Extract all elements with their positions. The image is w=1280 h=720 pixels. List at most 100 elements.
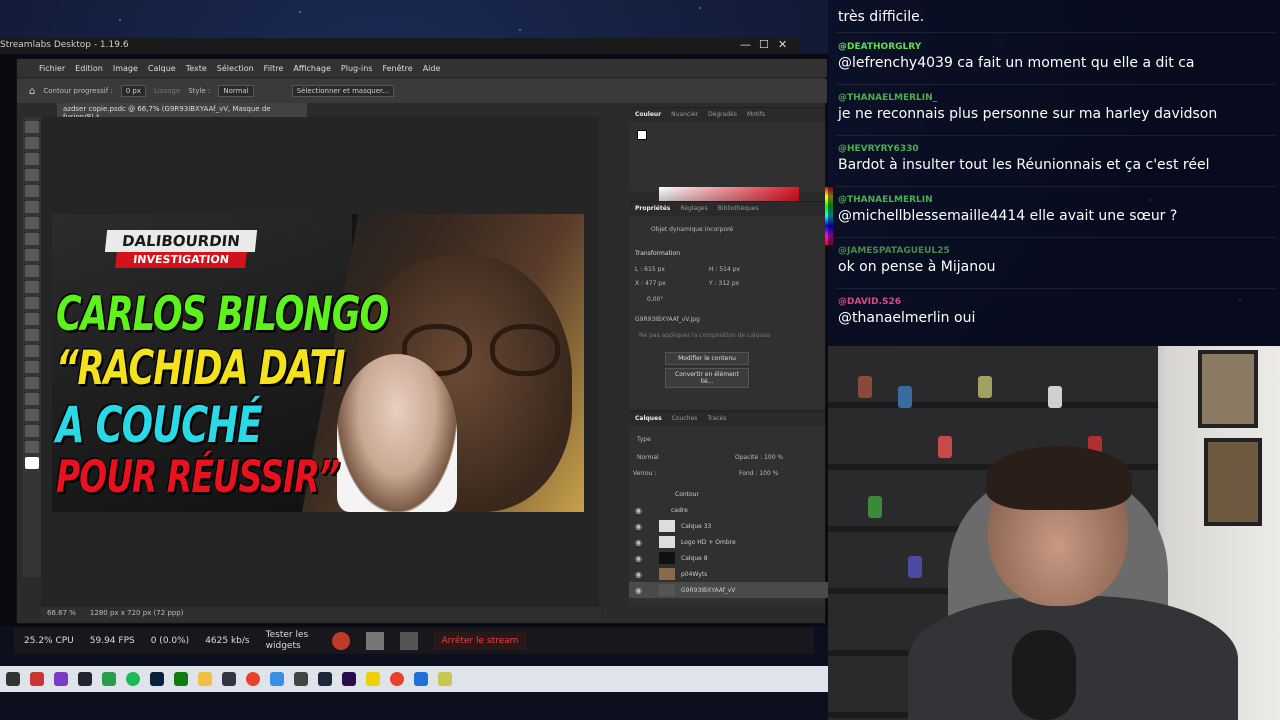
app-icon[interactable] xyxy=(30,672,44,686)
tab-nuancier[interactable]: Nuancier xyxy=(671,111,698,119)
menu-affichage[interactable]: Affichage xyxy=(293,64,331,73)
layer-row[interactable]: ◉ p04Wyts xyxy=(629,566,829,582)
color-swatch-icon[interactable] xyxy=(25,457,39,469)
lasso-tool-icon[interactable] xyxy=(25,153,39,165)
close-icon[interactable]: ✕ xyxy=(778,38,787,51)
replay-icon[interactable] xyxy=(365,632,384,650)
app-icon[interactable] xyxy=(294,672,308,686)
foreground-swatch[interactable] xyxy=(637,130,647,140)
tab-degrades[interactable]: Dégradés xyxy=(708,111,737,119)
premiere-icon[interactable] xyxy=(342,672,356,686)
blend-mode-select[interactable]: Normal xyxy=(637,454,659,461)
app-icon[interactable] xyxy=(366,672,380,686)
layer-row[interactable]: ◉ cadre xyxy=(629,502,829,518)
folder-icon[interactable] xyxy=(198,672,212,686)
tab-motifs[interactable]: Motifs xyxy=(747,111,765,119)
brush-tool-icon[interactable] xyxy=(25,249,39,261)
eye-icon[interactable]: ◉ xyxy=(635,554,645,563)
home-icon[interactable]: ⌂ xyxy=(29,86,35,97)
record-icon[interactable] xyxy=(331,632,350,650)
angle-field[interactable]: 0,00° xyxy=(647,296,663,303)
tab-couches[interactable]: Couches xyxy=(672,415,698,423)
opacity-field[interactable]: Opacité : 100 % xyxy=(735,454,783,461)
stamp-tool-icon[interactable] xyxy=(25,265,39,277)
eye-icon[interactable]: ◉ xyxy=(635,538,645,547)
menu-aide[interactable]: Aide xyxy=(423,64,441,73)
menu-filtre[interactable]: Filtre xyxy=(264,64,284,73)
photoshop-icon[interactable] xyxy=(150,672,164,686)
minimize-icon[interactable]: — xyxy=(740,38,751,51)
app-icon[interactable] xyxy=(222,672,236,686)
marquee-tool-icon[interactable] xyxy=(25,137,39,149)
menu-fenetre[interactable]: Fenêtre xyxy=(382,64,412,73)
layer-row[interactable]: ◉ Calque 8 xyxy=(629,550,829,566)
maximize-icon[interactable]: ☐ xyxy=(759,38,769,51)
type-tool-icon[interactable] xyxy=(25,377,39,389)
tab-couleur[interactable]: Couleur xyxy=(635,111,661,119)
start-icon[interactable] xyxy=(6,672,20,686)
move-tool-icon[interactable] xyxy=(25,121,39,133)
app-icon[interactable] xyxy=(414,672,428,686)
dodge-tool-icon[interactable] xyxy=(25,345,39,357)
layer-row-selected[interactable]: ◉ G9R93IBXYAAf_vV xyxy=(629,582,829,598)
menu-plugins[interactable]: Plug-ins xyxy=(341,64,373,73)
tab-reglages[interactable]: Réglages xyxy=(680,205,707,213)
eyedropper-tool-icon[interactable] xyxy=(25,217,39,229)
discord-icon[interactable] xyxy=(54,672,68,686)
spotify-icon[interactable] xyxy=(126,672,140,686)
path-select-icon[interactable] xyxy=(25,393,39,405)
menu-texte[interactable]: Texte xyxy=(186,64,207,73)
app-icon[interactable] xyxy=(102,672,116,686)
healing-tool-icon[interactable] xyxy=(25,233,39,245)
layer-kind-filter[interactable]: Type xyxy=(637,436,651,443)
width-field[interactable]: L : 615 px xyxy=(635,266,665,273)
fill-field[interactable]: Fond : 100 % xyxy=(739,470,778,477)
app-icon[interactable] xyxy=(270,672,284,686)
document-tab[interactable]: azdser copie.psdc @ 66,7% (G9R93IBXYAAf_… xyxy=(57,103,307,121)
layer-row[interactable]: ◉ Logo HD + Ombre xyxy=(629,534,829,550)
chrome-icon[interactable] xyxy=(246,672,260,686)
gradient-tool-icon[interactable] xyxy=(25,313,39,325)
tab-bibliotheques[interactable]: Bibliothèques xyxy=(718,205,759,213)
layer-comp-select[interactable]: Ne pas appliquer la composition de calqu… xyxy=(639,332,770,339)
camera-icon[interactable] xyxy=(399,632,418,650)
menu-calque[interactable]: Calque xyxy=(148,64,176,73)
select-mask-button[interactable]: Sélectionner et masquer... xyxy=(291,85,394,97)
history-brush-icon[interactable] xyxy=(25,281,39,293)
y-field[interactable]: Y : 312 px xyxy=(709,280,739,287)
tab-traces[interactable]: Tracés xyxy=(707,415,726,423)
crop-tool-icon[interactable] xyxy=(25,185,39,197)
app-icon[interactable] xyxy=(438,672,452,686)
edit-content-button[interactable]: Modifier le contenu xyxy=(665,352,749,365)
shape-tool-icon[interactable] xyxy=(25,409,39,421)
zoom-level[interactable]: 66.67 % xyxy=(47,609,76,619)
eye-icon[interactable]: ◉ xyxy=(635,586,645,595)
stop-stream-button[interactable]: Arrêter le stream xyxy=(433,632,527,650)
menu-selection[interactable]: Sélection xyxy=(217,64,254,73)
x-field[interactable]: X : 477 px xyxy=(635,280,666,287)
tab-calques[interactable]: Calques xyxy=(635,415,662,423)
test-widgets-button[interactable]: Tester les widgets xyxy=(266,630,316,652)
eye-icon[interactable]: ◉ xyxy=(635,570,645,579)
layer-row[interactable]: Contour xyxy=(629,486,829,502)
eye-icon[interactable]: ◉ xyxy=(635,522,645,531)
style-select[interactable]: Normal xyxy=(218,85,254,97)
contour-input[interactable]: 0 px xyxy=(120,85,147,97)
eraser-tool-icon[interactable] xyxy=(25,297,39,309)
steam-icon[interactable] xyxy=(318,672,332,686)
xbox-icon[interactable] xyxy=(174,672,188,686)
tab-proprietes[interactable]: Propriétés xyxy=(635,205,670,213)
convert-linked-button[interactable]: Convertir en élément lié... xyxy=(665,368,749,388)
menu-image[interactable]: Image xyxy=(113,64,138,73)
height-field[interactable]: H : 514 px xyxy=(709,266,740,273)
select-tool-icon[interactable] xyxy=(25,169,39,181)
zoom-tool-icon[interactable] xyxy=(25,441,39,453)
chrome-icon[interactable] xyxy=(390,672,404,686)
layer-row[interactable]: ◉ Calque 33 xyxy=(629,518,829,534)
menu-edition[interactable]: Edition xyxy=(75,64,103,73)
blur-tool-icon[interactable] xyxy=(25,329,39,341)
lissage-label[interactable]: Lissage xyxy=(154,87,180,95)
frame-tool-icon[interactable] xyxy=(25,201,39,213)
hand-tool-icon[interactable] xyxy=(25,425,39,437)
menu-fichier[interactable]: Fichier xyxy=(39,64,65,73)
